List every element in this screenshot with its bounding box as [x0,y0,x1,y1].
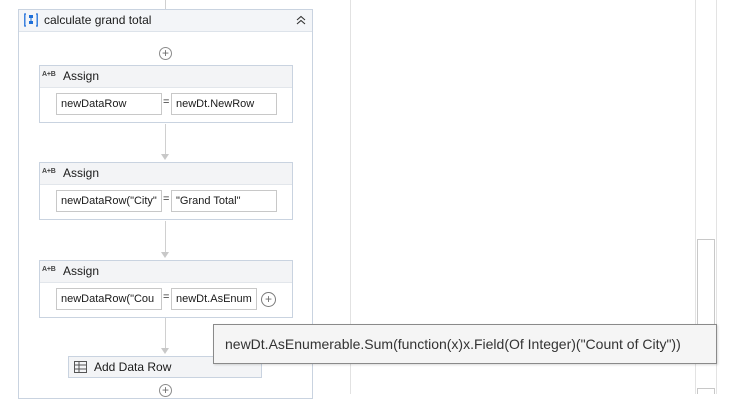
assign-activity[interactable]: A+B Assign newDataRow("Cou = newDt.AsEnu… [39,260,293,318]
assign-header[interactable]: A+B Assign [40,163,292,185]
assign-value-field[interactable]: "Grand Total" [171,190,277,212]
assign-value-field[interactable]: newDt.NewRow [171,93,277,115]
equals-sign: = [163,193,170,205]
top-connector [165,0,166,9]
connector-arrow-icon [161,154,169,160]
equals-sign: = [163,96,170,108]
assign-title: Assign [63,69,100,83]
expression-tooltip: newDt.AsEnumerable.Sum(function(x)x.Fiel… [213,324,717,364]
add-data-row-title: Add Data Row [94,360,172,374]
assign-icon: A+B [42,71,56,78]
connector-arrow-icon [161,348,169,354]
workflow-designer-canvas[interactable]: calculate grand total + A+B Assign newDa… [0,0,729,399]
assign-to-field[interactable]: newDataRow [56,93,162,115]
data-table-icon [74,361,87,373]
assign-to-field[interactable]: newDataRow("Cou [56,288,162,310]
assign-to-field[interactable]: newDataRow("City" [56,190,162,212]
sequence-header[interactable]: calculate grand total [19,10,312,32]
connector [165,318,166,348]
add-activity-icon[interactable]: + [159,384,172,397]
assign-icon: A+B [42,266,56,273]
assign-value-field[interactable]: newDt.AsEnum [171,288,257,310]
assign-activity[interactable]: A+B Assign newDataRow = newDt.NewRow [39,65,293,123]
assign-header[interactable]: A+B Assign [40,261,292,283]
sequence-title: calculate grand total [44,13,152,27]
connector [165,124,166,154]
assign-title: Assign [63,264,100,278]
assign-title: Assign [63,166,100,180]
collapse-chevron-icon[interactable] [294,12,308,28]
assign-icon: A+B [42,168,56,175]
equals-sign: = [163,291,170,303]
sequence-icon [24,13,38,27]
add-activity-icon[interactable]: + [159,47,172,60]
expression-editor-icon[interactable]: + [261,292,276,307]
scroll-down-button[interactable] [697,388,715,394]
connector-arrow-icon [161,252,169,258]
assign-activity[interactable]: A+B Assign newDataRow("City" = "Grand To… [39,162,293,220]
connector [165,221,166,252]
assign-header[interactable]: A+B Assign [40,66,292,88]
